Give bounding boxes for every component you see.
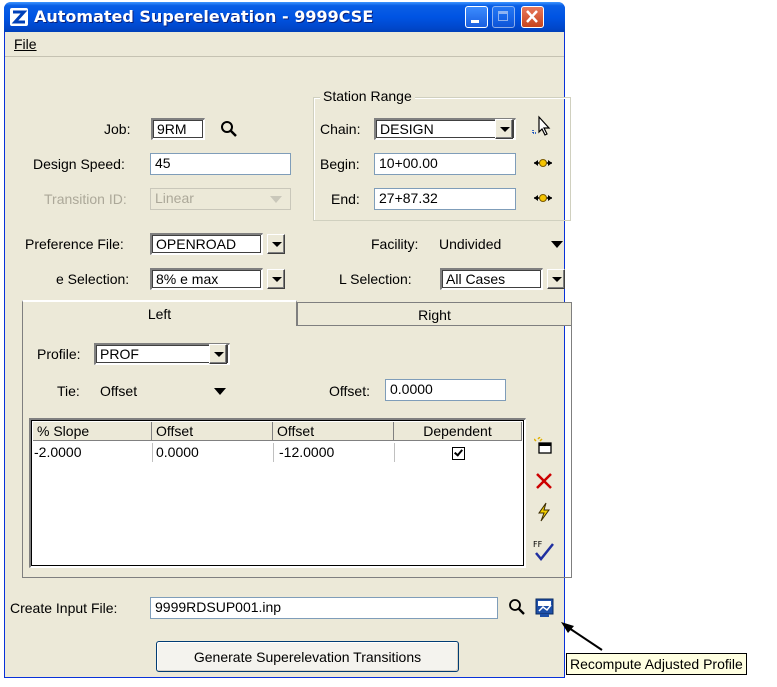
- chain-label: Chain:: [320, 121, 361, 137]
- app-icon: [10, 8, 28, 26]
- profile-dropdown-button[interactable]: [209, 344, 227, 364]
- l-selection-dropdown-button[interactable]: [547, 269, 565, 289]
- cell-divider: [394, 443, 395, 462]
- offset-field[interactable]: 0.0000: [385, 379, 506, 401]
- locate-station-icon[interactable]: [533, 155, 553, 171]
- station-range-legend: Station Range: [320, 88, 415, 104]
- chain-dropdown-button[interactable]: [495, 119, 513, 139]
- arrow-pointer-icon: [561, 622, 603, 651]
- preference-file-select[interactable]: OPENROAD: [150, 233, 263, 255]
- profile-label: Profile:: [37, 346, 81, 362]
- column-header-slope[interactable]: % Slope: [33, 422, 152, 441]
- l-selection-select[interactable]: All Cases: [440, 268, 543, 290]
- window-title: Automated Superelevation - 9999CSE: [34, 7, 374, 26]
- tie-select[interactable]: Offset: [100, 383, 137, 399]
- recompute-profile-icon[interactable]: [534, 596, 556, 618]
- column-header-dependent[interactable]: Dependent: [394, 422, 522, 441]
- table-cell[interactable]: -12.0000: [279, 443, 334, 461]
- generate-superelevation-button[interactable]: Generate Superelevation Transitions: [156, 641, 459, 672]
- svg-text:FF: FF: [533, 540, 543, 549]
- slope-table: % Slope Offset Offset Dependent -2.0000 …: [29, 418, 526, 568]
- maximize-icon: [498, 11, 508, 21]
- tie-label: Tie:: [57, 383, 80, 399]
- begin-label: Begin:: [320, 156, 360, 172]
- create-input-file-field[interactable]: 9999RDSUP001.inp: [150, 597, 498, 619]
- menu-file[interactable]: File: [14, 36, 37, 52]
- title-bar[interactable]: Automated Superelevation - 9999CSE: [4, 2, 565, 32]
- chevron-down-icon: [270, 196, 282, 203]
- preference-file-label: Preference File:: [25, 236, 124, 252]
- chevron-down-icon[interactable]: [214, 388, 226, 395]
- select-pointer-icon[interactable]: [530, 114, 554, 138]
- preference-dropdown-button[interactable]: [267, 234, 285, 254]
- job-field[interactable]: 9RM: [151, 118, 205, 140]
- menu-bar: File: [5, 32, 564, 57]
- facility-label: Facility:: [371, 236, 419, 252]
- tooltip: Recompute Adjusted Profile: [566, 653, 747, 675]
- locate-station-icon[interactable]: [533, 190, 553, 206]
- close-button[interactable]: [521, 6, 544, 28]
- minimize-icon: [471, 20, 479, 23]
- e-selection-dropdown-button[interactable]: [267, 269, 285, 289]
- dependent-checkbox[interactable]: [452, 447, 465, 460]
- l-selection-label: L Selection:: [339, 271, 412, 287]
- table-cell[interactable]: 0.0000: [156, 443, 199, 461]
- maximize-button: [492, 6, 515, 28]
- search-icon[interactable]: [507, 597, 527, 617]
- table-cell[interactable]: -2.0000: [34, 443, 81, 461]
- column-header-offset-2[interactable]: Offset: [273, 422, 394, 441]
- create-input-file-label: Create Input File:: [10, 600, 118, 616]
- tab-left[interactable]: Left: [22, 300, 297, 326]
- lightning-icon[interactable]: [535, 502, 553, 522]
- close-icon: [526, 10, 538, 23]
- cell-divider: [273, 443, 274, 462]
- design-speed-label: Design Speed:: [33, 156, 125, 172]
- check-ff-icon[interactable]: FF: [532, 538, 556, 562]
- chevron-down-icon[interactable]: [551, 241, 563, 248]
- minimize-button[interactable]: [465, 6, 488, 28]
- e-selection-select[interactable]: 8% e max: [150, 268, 263, 290]
- end-label: End:: [331, 191, 360, 207]
- search-icon[interactable]: [218, 118, 240, 140]
- offset-label: Offset:: [329, 383, 370, 399]
- transition-id-label: Transition ID:: [44, 191, 127, 207]
- tab-right[interactable]: Right: [297, 302, 572, 326]
- cell-divider: [152, 443, 153, 462]
- design-speed-field[interactable]: 45: [150, 153, 291, 175]
- end-field[interactable]: 27+87.32: [374, 188, 516, 210]
- job-label: Job:: [104, 121, 131, 137]
- delete-icon[interactable]: [535, 472, 553, 490]
- add-row-icon[interactable]: [534, 437, 554, 457]
- column-header-offset[interactable]: Offset: [152, 422, 273, 441]
- begin-field[interactable]: 10+00.00: [374, 153, 516, 175]
- e-selection-label: e Selection:: [56, 271, 130, 287]
- facility-select[interactable]: Undivided: [439, 236, 501, 252]
